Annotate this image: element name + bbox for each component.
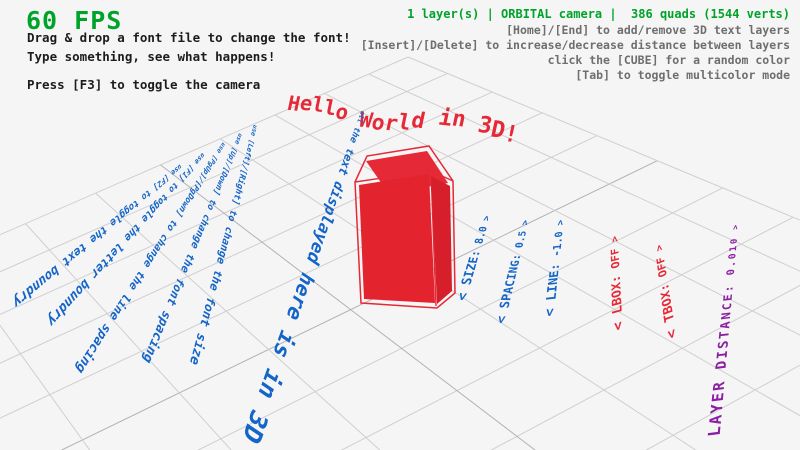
help-layers: [Home]/[End] to add/remove 3D text layer…	[506, 23, 790, 37]
cube[interactable]	[355, 146, 455, 308]
cube-face[interactable]	[359, 174, 435, 303]
hint-toggle-camera: Press [F3] to toggle the camera	[27, 77, 260, 92]
help-multicolor: [Tab] to toggle multicolor mode	[575, 68, 790, 82]
help-cube-color: click the [CUBE] for a random color	[548, 53, 790, 67]
hint-drag-drop: Drag & drop a font file to change the fo…	[27, 30, 351, 45]
status-line: 1 layer(s) | ORBITAL camera | 386 quads …	[407, 7, 790, 21]
hint-type: Type something, see what happens!	[27, 49, 275, 64]
grid-line	[0, 318, 800, 450]
help-layer-distance: [Insert]/[Delete] to increase/decrease d…	[361, 38, 790, 52]
viewport: Hello World in 3D! all the text displaye…	[0, 0, 800, 450]
